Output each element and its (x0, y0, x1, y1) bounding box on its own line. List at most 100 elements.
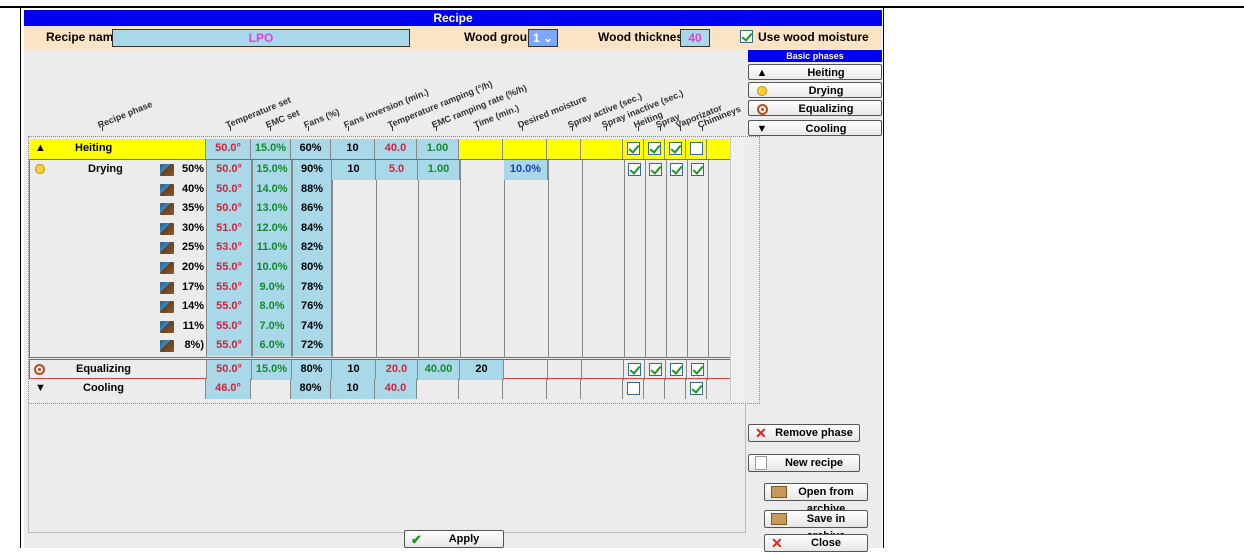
phase-row-cooling[interactable]: ▼ Cooling 46.0° 80% 10 40.0 (29, 379, 735, 399)
temp-cell[interactable]: 50.0° (207, 179, 252, 200)
vapor-check-cell[interactable] (665, 139, 686, 159)
temp-cell[interactable]: 50.0° (205, 139, 251, 159)
emc-ramp-cell[interactable]: 1.00 (418, 160, 460, 180)
open-archive-button[interactable]: Open from archive (764, 483, 868, 515)
moisture-cell[interactable] (503, 379, 547, 399)
chimney-check-cell[interactable] (687, 160, 708, 180)
temp-cell[interactable]: 55.0° (207, 277, 252, 298)
spray-active-cell[interactable] (547, 379, 581, 399)
time-cell[interactable]: 20 (460, 360, 504, 380)
temp-cell[interactable]: 55.0° (207, 258, 252, 278)
add-cooling-button[interactable]: ▼ Cooling (748, 120, 882, 136)
fans-cell[interactable]: 60% (291, 139, 331, 159)
moisture-cell[interactable] (504, 360, 548, 380)
save-archive-button[interactable]: Save in archive (764, 510, 868, 542)
drying-step-row[interactable]: 14% 55.0° 8.0% 76% (30, 297, 332, 318)
emc-cell[interactable]: 6.0% (253, 336, 292, 357)
temp-cell[interactable]: 55.0° (207, 297, 252, 318)
new-recipe-button[interactable]: New recipe (748, 454, 860, 472)
temp-cell[interactable]: 55.0° (207, 336, 252, 357)
emc-ramp-cell[interactable]: 1.00 (417, 139, 459, 159)
emc-ramp-cell[interactable] (417, 379, 459, 399)
moisture-cell[interactable] (503, 139, 547, 159)
drying-step-row[interactable]: 40% 50.0° 14.0% 88% (30, 179, 332, 200)
spray-inactive-cell[interactable] (581, 139, 623, 159)
moisture-cell[interactable]: 10.0% (504, 160, 548, 180)
close-button[interactable]: ✕ Close (764, 534, 868, 552)
inversion-cell[interactable]: 10 (332, 160, 376, 180)
spray-active-cell[interactable] (548, 360, 582, 380)
heiting-check-cell[interactable] (623, 139, 644, 159)
heiting-check-cell[interactable] (624, 360, 645, 380)
temp-cell[interactable]: 50.0° (206, 360, 252, 380)
fans-cell[interactable]: 80% (292, 360, 332, 380)
fans-cell[interactable]: 76% (293, 297, 332, 318)
spray-check-cell[interactable] (644, 379, 665, 399)
spray-check-cell[interactable] (645, 160, 666, 180)
emc-cell[interactable]: 15.0% (253, 160, 292, 180)
temp-cell[interactable]: 50.0° (207, 160, 252, 180)
chimney-check-cell[interactable] (687, 360, 708, 380)
drying-step-row[interactable]: 17% 55.0° 9.0% 78% (30, 277, 332, 298)
chimney-check-cell[interactable] (686, 139, 707, 159)
emc-cell[interactable]: 12.0% (253, 218, 292, 239)
time-cell[interactable] (459, 379, 503, 399)
temp-cell[interactable]: 50.0° (207, 199, 252, 220)
spray-check-cell[interactable] (644, 139, 665, 159)
emc-cell[interactable]: 14.0% (253, 179, 292, 200)
fans-cell[interactable]: 88% (293, 179, 332, 200)
emc-cell[interactable]: 8.0% (253, 297, 292, 318)
phase-row-heiting[interactable]: ▲ Heiting 50.0° 15.0% 60% 10 40.0 1.00 (29, 139, 735, 159)
time-cell[interactable] (459, 139, 503, 159)
drying-step-row[interactable]: 20% 55.0° 10.0% 80% (30, 258, 332, 278)
phase-row-equalizing[interactable]: Equalizing 50.0° 15.0% 80% 10 20.0 40.00… (29, 359, 733, 380)
fans-cell[interactable]: 82% (293, 238, 332, 259)
inversion-cell[interactable]: 10 (331, 379, 375, 399)
use-wood-moisture-checkbox[interactable] (740, 30, 753, 43)
emc-cell[interactable]: 11.0% (253, 238, 292, 259)
phase-block-drying[interactable]: Drying 10 5.0 1.00 10.0% 50% 50.0° 15.0%… (29, 159, 733, 358)
heiting-check-cell[interactable] (623, 379, 644, 399)
vapor-check-cell[interactable] (666, 360, 687, 380)
temp-cell[interactable]: 53.0° (207, 238, 252, 259)
recipe-name-input[interactable]: LPO (112, 29, 410, 47)
fans-cell[interactable]: 78% (293, 277, 332, 298)
emc-ramp-cell[interactable]: 40.00 (418, 360, 460, 380)
add-equalizing-button[interactable]: Equalizing (748, 100, 882, 116)
emc-cell[interactable]: 9.0% (253, 277, 292, 298)
emc-cell[interactable]: 10.0% (253, 258, 292, 278)
emc-cell[interactable]: 15.0% (252, 360, 292, 380)
vapor-check-cell[interactable] (666, 160, 687, 180)
fans-cell[interactable]: 84% (293, 218, 332, 239)
drying-step-row[interactable]: 35% 50.0° 13.0% 86% (30, 199, 332, 220)
ramp-cell[interactable]: 20.0 (376, 360, 418, 380)
emc-cell[interactable] (251, 379, 291, 399)
fans-cell[interactable]: 80% (293, 258, 332, 278)
inversion-cell[interactable]: 10 (331, 139, 375, 159)
apply-button[interactable]: ✔ Apply (404, 530, 504, 548)
heiting-check-cell[interactable] (624, 160, 645, 180)
fans-cell[interactable]: 90% (293, 160, 332, 180)
chimney-check-cell[interactable] (686, 379, 707, 399)
temp-cell[interactable]: 55.0° (207, 316, 252, 337)
spray-inactive-cell[interactable] (582, 360, 624, 380)
add-heiting-button[interactable]: ▲ Heiting (748, 64, 882, 80)
inversion-cell[interactable]: 10 (332, 360, 376, 380)
drying-step-row[interactable]: 30% 51.0° 12.0% 84% (30, 218, 332, 239)
drying-step-row[interactable]: 8%) 55.0° 6.0% 72% (30, 336, 332, 357)
drying-step-row[interactable]: 25% 53.0° 11.0% 82% (30, 238, 332, 259)
fans-cell[interactable]: 86% (293, 199, 332, 220)
fans-cell[interactable]: 72% (293, 336, 332, 357)
drying-step-row[interactable]: 11% 55.0° 7.0% 74% (30, 316, 332, 337)
emc-cell[interactable]: 15.0% (251, 139, 291, 159)
ramp-cell[interactable]: 5.0 (376, 160, 418, 180)
emc-cell[interactable]: 13.0% (253, 199, 292, 220)
grid-scrollbar[interactable] (730, 137, 745, 401)
vapor-check-cell[interactable] (665, 379, 686, 399)
temp-cell[interactable]: 46.0° (205, 379, 251, 399)
ramp-cell[interactable]: 40.0 (375, 379, 417, 399)
fans-cell[interactable]: 80% (291, 379, 331, 399)
fans-cell[interactable]: 74% (293, 316, 332, 337)
wood-thickness-input[interactable]: 40 (680, 29, 710, 47)
spray-inactive-cell[interactable] (581, 379, 623, 399)
